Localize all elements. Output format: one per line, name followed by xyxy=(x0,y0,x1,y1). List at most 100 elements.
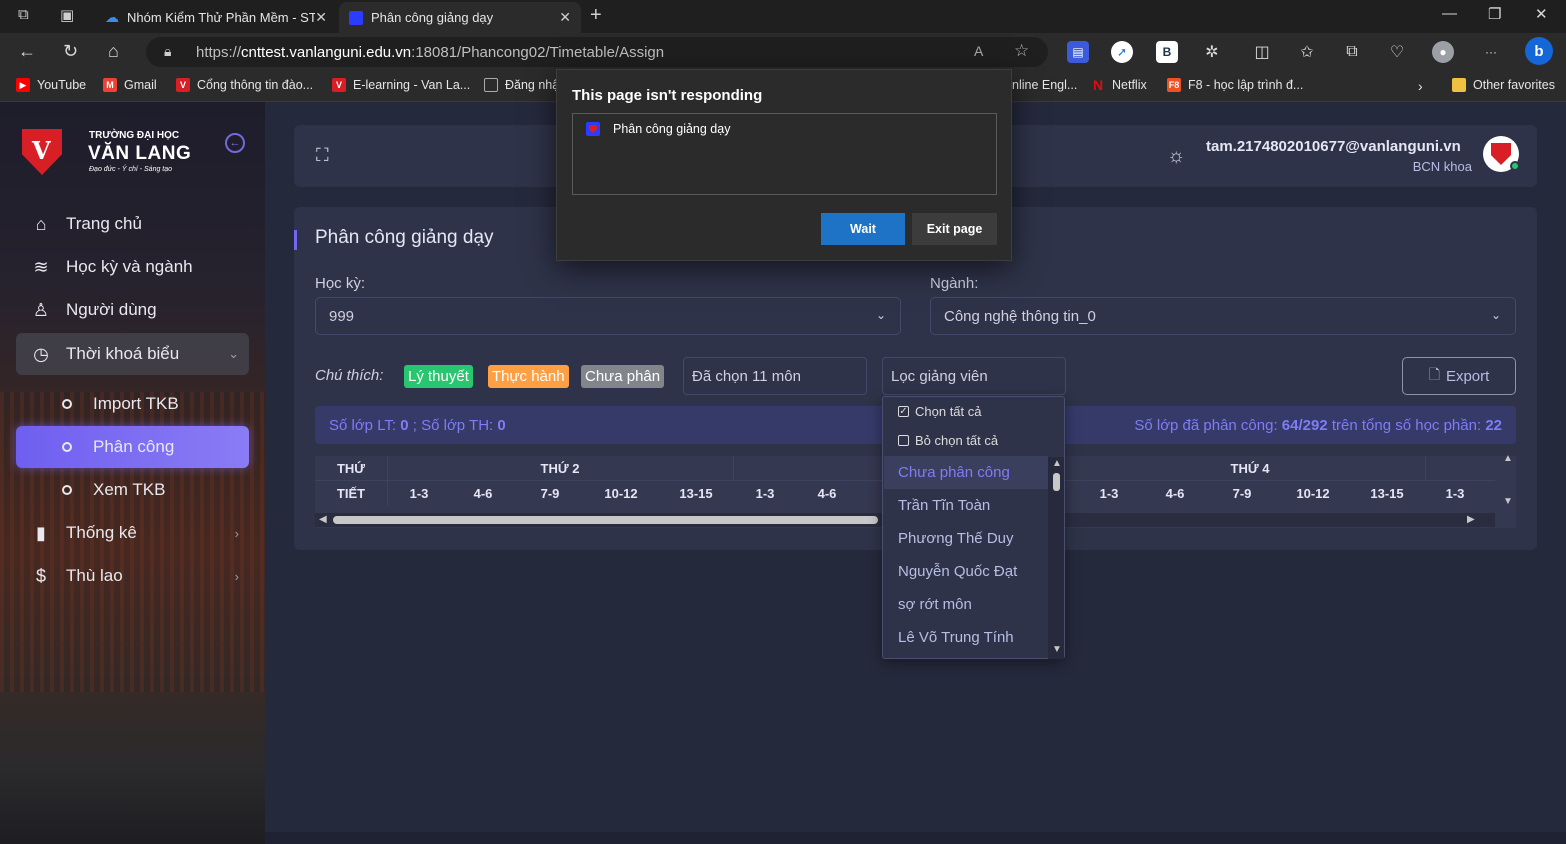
collapse-sidebar-icon[interactable]: ← xyxy=(225,133,245,153)
favorite-star-icon[interactable]: ☆ xyxy=(1014,41,1029,61)
close-window-icon[interactable]: ✕ xyxy=(1535,5,1548,23)
url-field[interactable]: 🔒︎ https://cnttest.vanlanguni.edu.vn:180… xyxy=(146,37,1048,67)
new-tab-icon[interactable]: + xyxy=(590,4,602,27)
sidebar-subitem-import-tkb[interactable]: Import TKB xyxy=(16,383,249,425)
major-select[interactable]: Công nghệ thông tin_0 ⌄ xyxy=(930,297,1516,335)
sidebar-item-thu-lao[interactable]: $ Thù lao › xyxy=(16,555,249,597)
dropdown-option[interactable]: sợ rớt môn xyxy=(884,588,1048,621)
lecturer-filter-select[interactable]: Lọc giảng viên xyxy=(882,357,1066,395)
favorites-icon[interactable]: ✩ xyxy=(1296,41,1318,63)
export-label: Export xyxy=(1445,367,1490,385)
extensions-puzzle-icon[interactable]: ✲ xyxy=(1201,41,1223,63)
fav-netflix[interactable]: N Netflix xyxy=(1091,78,1147,92)
tab-phan-cong[interactable]: Phân công giảng dạy ✕ xyxy=(339,2,581,33)
avatar[interactable] xyxy=(1483,136,1520,172)
vlu-icon: V xyxy=(332,78,346,92)
chevron-right-icon[interactable]: › xyxy=(1418,78,1423,94)
fav-label: Other favorites xyxy=(1473,78,1555,92)
sidebar-subitem-phan-cong[interactable]: Phân công xyxy=(16,426,249,468)
sidebar-item-thoi-khoa-bieu[interactable]: ◷ Thời khoá biểu ⌄ xyxy=(16,333,249,375)
lecturer-filter-dropdown: ✓ Chọn tất cả Bỏ chọn tất cả Chưa phân c… xyxy=(882,396,1065,659)
exit-page-button[interactable]: Exit page xyxy=(912,213,997,245)
option-label: Bỏ chọn tất cả xyxy=(915,433,999,448)
browser-tab-bar: ⧉ ▣ ☁ Nhóm Kiểm Thử Phần Mềm - ST ✕ Phân… xyxy=(0,0,1566,33)
semester-select[interactable]: 999 ⌄ xyxy=(315,297,901,335)
fav-elearning[interactable]: V E-learning - Van La... xyxy=(332,78,470,92)
close-tab-icon[interactable]: ✕ xyxy=(559,9,571,26)
tab-title: Phân công giảng dạy xyxy=(371,10,494,25)
grid-period: 1-3 xyxy=(409,486,429,501)
sidebar-subitem-xem-tkb[interactable]: Xem TKB xyxy=(16,469,249,511)
sidebar-item-nguoi-dung[interactable]: ♙ Người dùng xyxy=(16,289,249,331)
fullscreen-icon[interactable]: ⛶ xyxy=(316,145,336,165)
scroll-down-icon[interactable]: ▼ xyxy=(1503,496,1513,507)
dropdown-option[interactable]: Lê Võ Trung Tính xyxy=(884,621,1048,654)
refresh-icon[interactable]: ↻ xyxy=(63,41,78,62)
close-tab-icon[interactable]: ✕ xyxy=(315,9,327,26)
scroll-left-icon[interactable]: ◀ xyxy=(319,514,327,525)
scroll-right-icon[interactable]: ▶ xyxy=(1467,514,1475,525)
url-host: cnttest.vanlanguni.edu.vn xyxy=(241,43,412,61)
more-menu-icon[interactable]: ··· xyxy=(1480,41,1502,63)
minimize-icon[interactable]: — xyxy=(1442,5,1457,22)
scrollbar-thumb[interactable] xyxy=(333,516,878,524)
selected-courses-text: Đã chọn 11 môn xyxy=(692,367,801,385)
dropdown-option[interactable]: Nguyễn Quốc Đạt xyxy=(884,555,1048,588)
scrollbar-thumb[interactable] xyxy=(1053,473,1060,491)
performance-icon[interactable]: ♡ xyxy=(1386,41,1408,63)
dollar-icon: $ xyxy=(35,565,46,586)
fav-cong-thong-tin[interactable]: V Cổng thông tin đào... xyxy=(176,78,313,92)
restore-icon[interactable]: ❐ xyxy=(1488,5,1501,23)
extension-icon[interactable]: ▤ xyxy=(1067,41,1089,63)
dialog-page-list: Phân công giảng dạy xyxy=(572,113,997,195)
fav-online-english[interactable]: nline Engl... xyxy=(1012,78,1077,92)
split-screen-icon[interactable]: ◫ xyxy=(1251,41,1273,63)
extension-icon[interactable]: ➚ xyxy=(1111,41,1133,63)
collections-icon[interactable]: ⧉ xyxy=(1341,41,1363,63)
fav-other-favorites[interactable]: Other favorites xyxy=(1452,78,1555,92)
grid-period: 4-6 xyxy=(817,486,837,501)
wait-button[interactable]: Wait xyxy=(821,213,905,245)
dropdown-option[interactable]: Trần Tĩn Toàn xyxy=(884,489,1048,522)
profile-avatar[interactable]: ● xyxy=(1432,41,1454,63)
scroll-down-icon[interactable]: ▼ xyxy=(1052,644,1062,655)
circle-icon xyxy=(62,485,72,495)
legend-practice-badge: Thực hành xyxy=(488,365,569,388)
theme-toggle-icon[interactable]: ☼ xyxy=(1167,145,1185,168)
export-button[interactable]: 🗋 Export xyxy=(1402,357,1516,395)
sidebar-item-hoc-ky[interactable]: ≋ Học kỳ và ngành xyxy=(16,246,249,288)
sidebar-item-label: Thù lao xyxy=(66,566,123,585)
home-icon: ⌂ xyxy=(35,213,47,234)
fav-f8[interactable]: F8 F8 - học lập trình đ... xyxy=(1167,78,1303,92)
workspaces-icon[interactable]: ⧉ xyxy=(18,6,29,23)
scroll-up-icon[interactable]: ▲ xyxy=(1052,458,1062,469)
select-all-option[interactable]: ✓ Chọn tất cả xyxy=(898,404,982,419)
info-text: trên tổng số học phần: xyxy=(1327,417,1486,434)
dropdown-scrollbar[interactable]: ▲ ▼ xyxy=(1048,457,1064,659)
checkbox-icon xyxy=(898,435,909,446)
fav-dang-nhap[interactable]: Đăng nhậ xyxy=(484,78,559,92)
back-icon[interactable]: ← xyxy=(18,41,36,62)
tab-nhom-kiem-thu[interactable]: ☁ Nhóm Kiểm Thử Phần Mềm - ST ✕ xyxy=(95,2,337,33)
f8-icon: F8 xyxy=(1167,78,1181,92)
fav-gmail[interactable]: M Gmail xyxy=(103,78,157,92)
read-aloud-icon[interactable]: A xyxy=(974,43,983,59)
home-icon[interactable]: ⌂ xyxy=(108,41,119,62)
deselect-all-option[interactable]: Bỏ chọn tất cả xyxy=(898,433,998,448)
tab-actions-icon[interactable]: ▣ xyxy=(60,6,74,24)
sidebar-item-trang-chu[interactable]: ⌂ Trang chủ xyxy=(16,203,249,245)
dropdown-option[interactable]: Chưa phân công xyxy=(884,456,1048,489)
legend-unassigned-badge: Chưa phân xyxy=(581,365,665,388)
course-multiselect[interactable]: Đã chọn 11 môn xyxy=(683,357,867,395)
sidebar-item-thong-ke[interactable]: ▮ Thống kê › xyxy=(16,512,249,554)
user-role: BCN khoa xyxy=(1412,159,1472,174)
site-favicon-icon xyxy=(586,122,600,136)
lock-icon: 🔒︎ xyxy=(164,43,172,59)
scroll-up-icon[interactable]: ▲ xyxy=(1503,453,1513,464)
grid-period: 4-6 xyxy=(1165,486,1185,501)
extension-icon[interactable]: B xyxy=(1156,41,1178,63)
dropdown-option[interactable]: Phương Thế Duy xyxy=(884,522,1048,555)
fav-youtube[interactable]: ▶ YouTube xyxy=(16,78,86,92)
address-bar: ← ↻ ⌂ 🔒︎ https://cnttest.vanlanguni.edu.… xyxy=(0,33,1566,71)
bing-copilot-icon[interactable]: b xyxy=(1525,37,1553,65)
